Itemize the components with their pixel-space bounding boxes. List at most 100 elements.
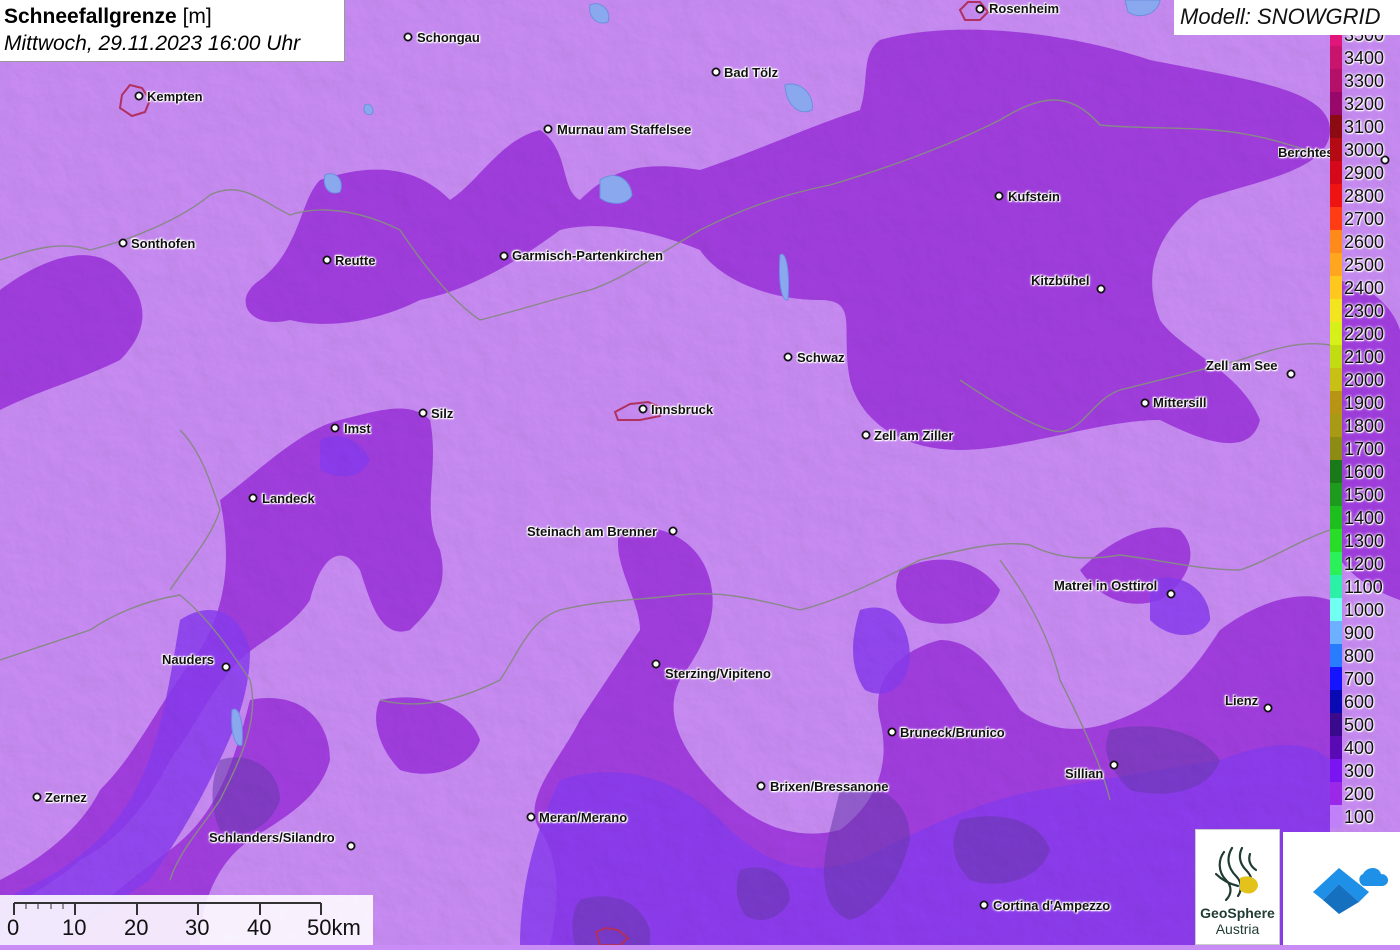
scale-tick-40: 40 (247, 915, 272, 940)
partner-logo[interactable] (1283, 832, 1400, 945)
legend-label-2200: 2200 (1344, 324, 1385, 344)
legend-swatch-2500 (1330, 253, 1342, 276)
legend-swatch-300 (1330, 759, 1342, 782)
legend-label-3000: 3000 (1344, 140, 1385, 160)
model-label: Modell: SNOWGRID (1174, 0, 1400, 35)
legend-label-2300: 2300 (1344, 301, 1385, 321)
legend-row-3100: 3100 (1328, 115, 1400, 138)
legend-row-200: 200 (1328, 782, 1400, 805)
city-label-sterzing: Sterzing/Vipiteno (665, 666, 771, 681)
scale-tick-30: 30 (185, 915, 210, 940)
legend-swatch-400 (1330, 736, 1342, 759)
scale-tick-10: 10 (62, 915, 87, 940)
city-label-zell-am-ziller: Zell am Ziller (874, 428, 954, 443)
city-label-mittersill: Mittersill (1153, 395, 1207, 410)
city-label-lienz: Lienz (1225, 693, 1259, 708)
city-label-steinach: Steinach am Brenner (527, 524, 658, 539)
legend-swatch-2600 (1330, 230, 1342, 253)
legend-label-2100: 2100 (1344, 347, 1385, 367)
legend-label-100: 100 (1344, 807, 1375, 827)
legend-label-1900: 1900 (1344, 393, 1385, 413)
legend-swatch-2400 (1330, 276, 1342, 299)
legend-swatch-3200 (1330, 92, 1342, 115)
city-label-bad-toelz: Bad Tölz (724, 65, 779, 80)
legend-label-700: 700 (1344, 669, 1375, 689)
legend-swatch-900 (1330, 621, 1342, 644)
city-label-zernez: Zernez (45, 790, 87, 805)
legend-label-600: 600 (1344, 692, 1375, 712)
legend-row-3200: 3200 (1328, 92, 1400, 115)
legend-swatch-1300 (1330, 529, 1342, 552)
legend-label-1000: 1000 (1344, 600, 1385, 620)
legend-label-1600: 1600 (1344, 462, 1385, 482)
legend-swatch-3000 (1330, 138, 1342, 161)
legend-swatch-100 (1330, 805, 1342, 828)
forecast-datetime: Mittwoch, 29.11.2023 16:00 Uhr (4, 32, 301, 55)
city-label-zell-am-see: Zell am See (1206, 358, 1278, 373)
legend-swatch-3300 (1330, 69, 1342, 92)
legend-row-2200: 2200 (1328, 322, 1400, 345)
legend-label-1400: 1400 (1344, 508, 1385, 528)
scale-tick-0: 0 (7, 915, 20, 940)
city-label-meran: Meran/Merano (539, 810, 628, 825)
geosphere-logo-text: GeoSphere Austria (1196, 905, 1279, 937)
legend-swatch-1700 (1330, 437, 1342, 460)
legend-swatch-1100 (1330, 575, 1342, 598)
legend-row-1300: 1300 (1328, 529, 1400, 552)
snowfall-limit-map[interactable] (0, 0, 1400, 945)
legend-label-2900: 2900 (1344, 163, 1385, 183)
legend-row-1800: 1800 (1328, 414, 1400, 437)
legend-row-500: 500 (1328, 713, 1400, 736)
legend-label-1500: 1500 (1344, 485, 1385, 505)
legend-swatch-1800 (1330, 414, 1342, 437)
legend-row-1000: 1000 (1328, 598, 1400, 621)
map-title: Schneefallgrenze [m] (4, 3, 344, 30)
legend-label-1300: 1300 (1344, 531, 1385, 551)
city-label-kempten: Kempten (147, 89, 203, 104)
legend-row-1900: 1900 (1328, 391, 1400, 414)
legend-swatch-2700 (1330, 207, 1342, 230)
legend-row-1200: 1200 (1328, 552, 1400, 575)
legend-swatch-1500 (1330, 483, 1342, 506)
legend-swatch-2900 (1330, 161, 1342, 184)
city-label-brixen: Brixen/Bressanone (770, 779, 889, 794)
legend-row-2000: 2000 (1328, 368, 1400, 391)
city-label-innsbruck: Innsbruck (651, 402, 714, 417)
legend-swatch-1400 (1330, 506, 1342, 529)
legend-row-1100: 1100 (1328, 575, 1400, 598)
legend-label-200: 200 (1344, 784, 1375, 804)
geosphere-logo-icon (1214, 846, 1258, 902)
city-label-cortina: Cortina d'Ampezzo (993, 898, 1111, 913)
legend-label-400: 400 (1344, 738, 1375, 758)
legend-label-3200: 3200 (1344, 94, 1385, 114)
geosphere-logo-line1: GeoSphere (1200, 905, 1275, 921)
legend-row-1600: 1600 (1328, 460, 1400, 483)
legend-row-800: 800 (1328, 644, 1400, 667)
city-label-reutte: Reutte (335, 253, 376, 268)
city-label-sillian: Sillian (1065, 766, 1104, 781)
legend-row-1500: 1500 (1328, 483, 1400, 506)
legend-row-2700: 2700 (1328, 207, 1400, 230)
title-text: Schneefallgrenze (4, 5, 177, 28)
legend-swatch-3500 (1330, 35, 1342, 46)
title-unit: [m] (182, 5, 212, 28)
legend-label-2700: 2700 (1344, 209, 1385, 229)
legend-row-3000: 3000 (1328, 138, 1400, 161)
scale-bar: 0 10 20 30 40 50km (0, 895, 373, 945)
legend-label-2600: 2600 (1344, 232, 1385, 252)
city-label-imst: Imst (344, 421, 371, 436)
city-label-schlanders: Schlanders/Silandro (209, 830, 335, 845)
legend-row-300: 300 (1328, 759, 1400, 782)
legend-label-1800: 1800 (1344, 416, 1385, 436)
legend-label-2400: 2400 (1344, 278, 1385, 298)
city-label-nauders: Nauders (162, 652, 215, 667)
legend-swatch-1000 (1330, 598, 1342, 621)
legend-swatch-1900 (1330, 391, 1342, 414)
legend-row-900: 900 (1328, 621, 1400, 644)
cloud-arrow-logo-icon (1313, 868, 1389, 914)
city-label-garmisch: Garmisch-Partenkirchen (512, 248, 664, 263)
geosphere-logo[interactable]: GeoSphere Austria (1195, 829, 1280, 945)
legend-label-3100: 3100 (1344, 117, 1385, 137)
legend-swatch-2100 (1330, 345, 1342, 368)
legend-row-100: 100 (1328, 805, 1400, 828)
